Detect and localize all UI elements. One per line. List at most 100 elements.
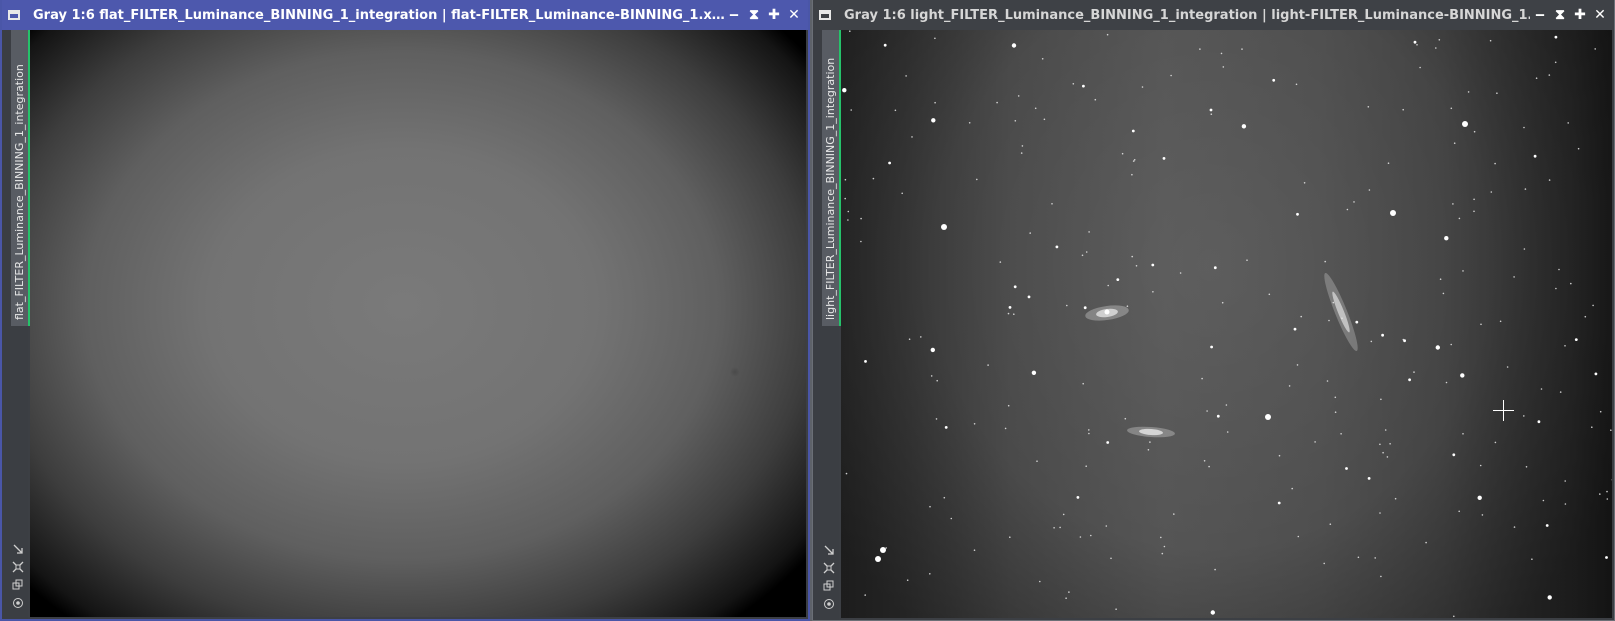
star (1017, 95, 1020, 97)
star (935, 418, 938, 420)
star (1277, 501, 1281, 505)
maximize-button[interactable]: ✚ (1570, 5, 1590, 25)
star (1555, 287, 1557, 290)
image-window-light[interactable]: Gray 1:6 light_FILTER_Luminance_BINNING_… (812, 0, 1615, 621)
star (1558, 268, 1560, 271)
shade-button[interactable]: ⧗ (1550, 5, 1570, 25)
star (1209, 108, 1213, 112)
star (1161, 552, 1164, 555)
clone-icon[interactable] (821, 578, 837, 594)
star (1467, 91, 1470, 93)
star (1068, 591, 1070, 593)
star (1554, 61, 1557, 64)
galaxy (1324, 272, 1358, 352)
star (973, 549, 976, 551)
view-sidebar: light_FILTER_Luminance_BINNING_1_integra… (813, 30, 841, 620)
image-viewport[interactable] (30, 30, 806, 617)
star (1173, 513, 1175, 515)
star (1450, 107, 1453, 110)
window-titlebar[interactable]: Gray 1:6 light_FILTER_Luminance_BINNING_… (813, 0, 1614, 30)
star (1564, 345, 1566, 347)
star (1116, 278, 1120, 281)
star (987, 364, 989, 366)
star (1592, 304, 1594, 307)
star (1489, 39, 1492, 42)
star (1062, 513, 1065, 516)
star (1328, 319, 1330, 322)
zoom-to-fit-icon[interactable] (821, 560, 837, 576)
star (1413, 40, 1417, 44)
close-button[interactable]: ✕ (1590, 5, 1610, 25)
star (1402, 108, 1404, 111)
clone-icon[interactable] (10, 577, 26, 593)
star (1206, 410, 1208, 412)
star (1079, 536, 1082, 538)
image-viewport[interactable] (841, 30, 1612, 618)
star (1591, 426, 1593, 429)
star (1462, 433, 1464, 435)
star (1540, 388, 1543, 390)
star (1547, 595, 1552, 600)
star (1445, 381, 1448, 384)
minimize-button[interactable]: ‒ (724, 5, 744, 25)
view-tab[interactable]: light_FILTER_Luminance_BINNING_1_integra… (822, 30, 841, 326)
star (1272, 78, 1276, 82)
star (1222, 66, 1225, 68)
identity-icon[interactable] (10, 595, 26, 611)
view-sidebar: flat_FILTER_Luminance_BINNING_1_integrat… (2, 30, 30, 619)
star (1599, 493, 1601, 495)
star (1297, 535, 1300, 538)
identity-icon[interactable] (821, 596, 837, 612)
star (1408, 378, 1411, 382)
star (1039, 580, 1041, 583)
star (1151, 263, 1155, 267)
star (1055, 245, 1059, 249)
fit-view-icon[interactable] (10, 541, 26, 557)
star (1011, 43, 1017, 48)
star (1444, 236, 1449, 241)
minimize-button[interactable]: ‒ (1530, 5, 1550, 25)
fit-view-icon[interactable] (821, 542, 837, 558)
star (1278, 454, 1281, 457)
star (1072, 83, 1075, 85)
star (1523, 415, 1525, 417)
star (973, 423, 976, 425)
star (1131, 129, 1135, 133)
star (1357, 556, 1360, 559)
star (1564, 503, 1567, 505)
star (930, 347, 935, 353)
star (999, 261, 1002, 263)
star (1131, 173, 1133, 176)
star (1494, 441, 1497, 444)
image-window-flat[interactable]: Gray 1:6 flat_FILTER_Luminance_BINNING_1… (0, 0, 810, 621)
star (1296, 364, 1299, 366)
star (864, 594, 866, 596)
window-icon[interactable] (819, 10, 831, 20)
star (1524, 188, 1527, 190)
star (1014, 120, 1017, 122)
bright-star (1390, 210, 1396, 216)
zoom-to-fit-icon[interactable] (10, 559, 26, 575)
star (883, 43, 887, 47)
window-titlebar[interactable]: Gray 1:6 flat_FILTER_Luminance_BINNING_1… (2, 0, 808, 30)
star (1452, 203, 1454, 205)
star (1225, 404, 1228, 406)
maximize-button[interactable]: ✚ (764, 5, 784, 25)
close-button[interactable]: ✕ (784, 5, 804, 25)
star (1380, 575, 1382, 578)
shade-button[interactable]: ⧗ (744, 5, 764, 25)
star (1413, 371, 1415, 373)
bright-star (1462, 121, 1468, 127)
star (931, 118, 936, 123)
star (1021, 145, 1024, 147)
star (905, 75, 907, 77)
star (1036, 460, 1038, 463)
star (1132, 160, 1135, 162)
view-tab[interactable]: flat_FILTER_Luminance_BINNING_1_integrat… (11, 30, 30, 326)
star (1085, 251, 1088, 253)
star (1088, 231, 1090, 233)
star (1334, 411, 1337, 414)
window-icon[interactable] (8, 10, 20, 20)
star (1066, 304, 1068, 307)
star (842, 88, 847, 93)
